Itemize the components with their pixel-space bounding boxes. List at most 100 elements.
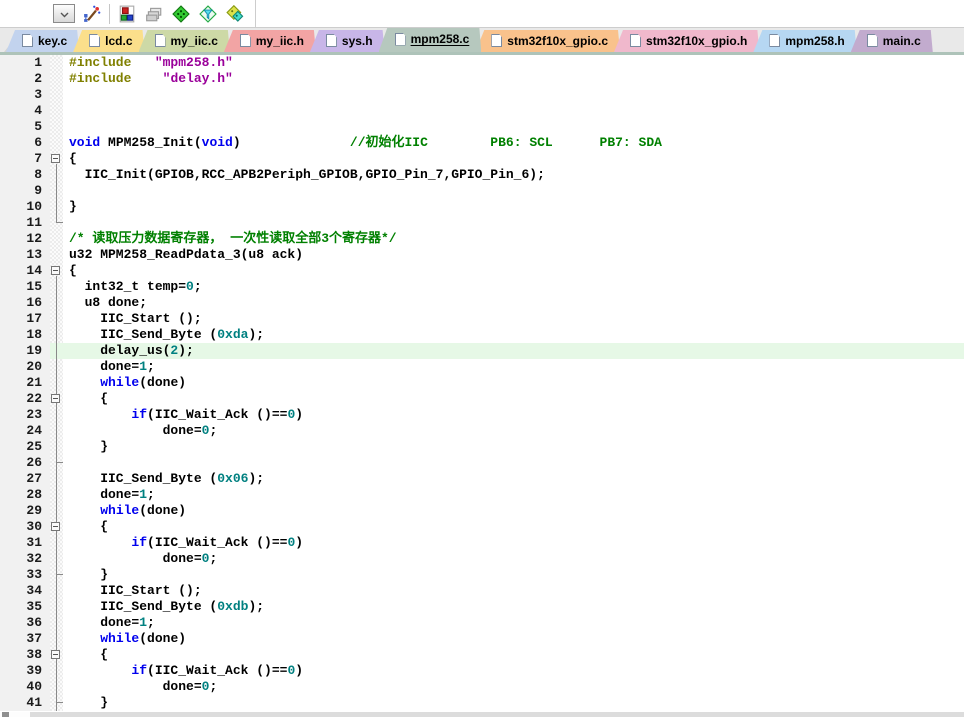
code-line[interactable]: 23 if(IIC_Wait_Ack ()==0): [0, 407, 964, 423]
fold-margin: [50, 567, 63, 583]
fold-margin: [50, 199, 63, 215]
line-number: 24: [0, 423, 50, 439]
line-number: 23: [0, 407, 50, 423]
tab-stm32f10x_gpio.h[interactable]: stm32f10x_gpio.h: [614, 30, 759, 52]
tab-stm32f10x_gpio.c[interactable]: stm32f10x_gpio.c: [475, 30, 620, 52]
code-line[interactable]: 28 done=1;: [0, 487, 964, 503]
scrollbar-thumb[interactable]: [2, 712, 9, 717]
code-line[interactable]: 1#include "mpm258.h": [0, 55, 964, 71]
fold-margin: [50, 551, 63, 567]
code-line[interactable]: 40 done=0;: [0, 679, 964, 695]
code-line[interactable]: 18 IIC_Send_Byte (0xda);: [0, 327, 964, 343]
tab-sys.h[interactable]: sys.h: [310, 30, 385, 52]
code-line[interactable]: 27 IIC_Send_Byte (0x06);: [0, 471, 964, 487]
code-line[interactable]: 29 while(done): [0, 503, 964, 519]
line-number: 1: [0, 55, 50, 71]
target-select-dropdown[interactable]: [53, 4, 75, 23]
code-line[interactable]: 33 }: [0, 567, 964, 583]
code-line[interactable]: 8 IIC_Init(GPIOB,RCC_APB2Periph_GPIOB,GP…: [0, 167, 964, 183]
fold-margin: [50, 503, 63, 519]
code-text: while(done): [63, 375, 964, 391]
code-line[interactable]: 15 int32_t temp=0;: [0, 279, 964, 295]
code-text: if(IIC_Wait_Ack ()==0): [63, 535, 964, 551]
code-line[interactable]: 36 done=1;: [0, 615, 964, 631]
horizontal-scrollbar[interactable]: [0, 712, 964, 717]
fold-margin: [50, 471, 63, 487]
line-number: 29: [0, 503, 50, 519]
fold-toggle[interactable]: [50, 519, 63, 535]
code-line[interactable]: 9: [0, 183, 964, 199]
document-icon: [867, 34, 878, 47]
code-line[interactable]: 4: [0, 103, 964, 119]
code-line[interactable]: 30 {: [0, 519, 964, 535]
tab-label: my_iic.h: [256, 34, 304, 48]
fold-margin: [50, 535, 63, 551]
document-icon: [155, 34, 166, 47]
code-text: }: [63, 567, 964, 583]
code-line[interactable]: 38 {: [0, 647, 964, 663]
tab-mpm258.c[interactable]: mpm258.c: [379, 28, 482, 52]
funnel-diamond-icon[interactable]: [198, 4, 218, 24]
green-diamond-icon[interactable]: [171, 4, 191, 24]
code-line[interactable]: 6void MPM258_Init(void) //初始化IIC PB6: SC…: [0, 135, 964, 151]
tab-my_iic.c[interactable]: my_iic.c: [139, 30, 230, 52]
code-line[interactable]: 41 }: [0, 695, 964, 711]
line-number: 16: [0, 295, 50, 311]
line-number: 2: [0, 71, 50, 87]
code-line[interactable]: 39 if(IIC_Wait_Ack ()==0): [0, 663, 964, 679]
tab-key.c[interactable]: key.c: [6, 30, 79, 52]
fold-margin: [50, 311, 63, 327]
toolbar: [0, 0, 964, 28]
code-text: if(IIC_Wait_Ack ()==0): [63, 663, 964, 679]
code-line[interactable]: 20 done=1;: [0, 359, 964, 375]
code-line[interactable]: 26: [0, 455, 964, 471]
code-line[interactable]: 16 u8 done;: [0, 295, 964, 311]
code-text: [63, 119, 964, 135]
code-line[interactable]: 13u32 MPM258_ReadPdata_3(u8 ack): [0, 247, 964, 263]
document-icon: [491, 34, 502, 47]
line-number: 41: [0, 695, 50, 711]
fold-toggle[interactable]: [50, 151, 63, 167]
code-line[interactable]: 22 {: [0, 391, 964, 407]
code-line[interactable]: 5: [0, 119, 964, 135]
code-line[interactable]: 12/* 读取压力数据寄存器， 一次性读取全部3个寄存器*/: [0, 231, 964, 247]
stacked-windows-icon[interactable]: [144, 4, 164, 24]
tab-label: stm32f10x_gpio.c: [507, 34, 608, 48]
tab-main.c[interactable]: main.c: [851, 30, 933, 52]
code-line[interactable]: 11: [0, 215, 964, 231]
fold-toggle[interactable]: [50, 263, 63, 279]
code-line[interactable]: 25 }: [0, 439, 964, 455]
code-line[interactable]: 7{: [0, 151, 964, 167]
code-line[interactable]: 10}: [0, 199, 964, 215]
code-line[interactable]: 37 while(done): [0, 631, 964, 647]
tab-label: key.c: [38, 34, 67, 48]
code-line[interactable]: 24 done=0;: [0, 423, 964, 439]
tab-mpm258.h[interactable]: mpm258.h: [753, 30, 856, 52]
line-number: 5: [0, 119, 50, 135]
layers-diamond-icon[interactable]: [225, 4, 245, 24]
manage-components-cubes-icon[interactable]: [117, 4, 137, 24]
fold-margin: [50, 343, 63, 359]
code-line[interactable]: 32 done=0;: [0, 551, 964, 567]
tab-my_iic.h[interactable]: my_iic.h: [224, 30, 316, 52]
document-icon: [22, 34, 33, 47]
code-line[interactable]: 19 delay_us(2);: [0, 343, 964, 359]
code-line[interactable]: 3: [0, 87, 964, 103]
code-text: }: [63, 199, 964, 215]
fold-toggle[interactable]: [50, 391, 63, 407]
code-line[interactable]: 35 IIC_Send_Byte (0xdb);: [0, 599, 964, 615]
line-number: 14: [0, 263, 50, 279]
line-number: 26: [0, 455, 50, 471]
fold-toggle[interactable]: [50, 647, 63, 663]
tab-lcd.c[interactable]: lcd.c: [73, 30, 144, 52]
code-line[interactable]: 31 if(IIC_Wait_Ack ()==0): [0, 535, 964, 551]
code-line[interactable]: 21 while(done): [0, 375, 964, 391]
code-line[interactable]: 14{: [0, 263, 964, 279]
code-line[interactable]: 34 IIC_Start ();: [0, 583, 964, 599]
code-line[interactable]: 17 IIC_Start ();: [0, 311, 964, 327]
wizard-wand-icon[interactable]: [82, 4, 102, 24]
line-number: 15: [0, 279, 50, 295]
tab-bar: key.c lcd.cmy_iic.c my_iic.h sys.hmpm258.c s…: [0, 28, 964, 52]
code-line[interactable]: 2#include "delay.h": [0, 71, 964, 87]
line-number: 10: [0, 199, 50, 215]
